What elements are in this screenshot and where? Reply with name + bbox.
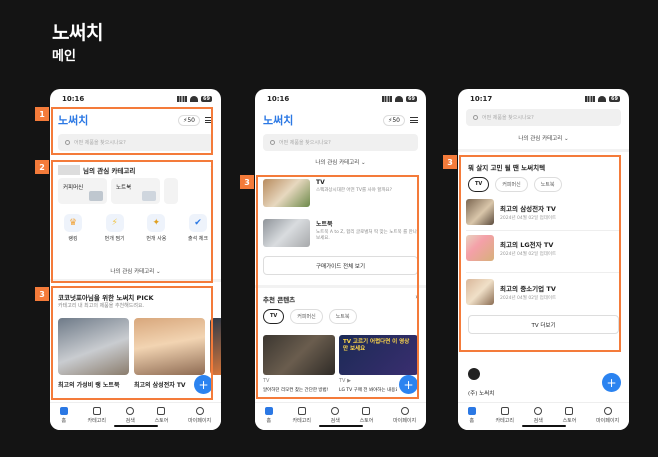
status-bar: 10:17 69 (458, 89, 629, 109)
tab-category[interactable]: 카테고리 (496, 407, 514, 424)
tab-label: 카테고리 (87, 418, 106, 424)
home-icon (59, 407, 68, 415)
highlight-badge-3: 3 (240, 175, 254, 189)
my-category-link[interactable]: 나의 관심 카테고리 ⌄ (255, 158, 426, 166)
search-icon (473, 115, 478, 120)
app-bar: 노써치 ⚡50 (263, 111, 418, 129)
tab-label: 홈 (61, 418, 67, 424)
tab-label: 마이페이지 (596, 418, 620, 424)
status-bar: 10:16 69 (255, 89, 426, 109)
divider (458, 149, 629, 152)
home-icon (467, 407, 476, 415)
home-indicator (521, 425, 566, 427)
highlight-badge-3: 3 (35, 287, 49, 301)
tab-label: 스토어 (154, 418, 169, 424)
search-input[interactable]: 어떤 제품을 찾으시나요? (466, 109, 621, 126)
tab-search[interactable]: 검색 (331, 407, 340, 424)
tab-bar: 홈 카테고리 검색 스토어 마이페이지 (458, 402, 629, 430)
signal-icon (585, 96, 596, 102)
search-placeholder: 어떤 제품을 찾으시나요? (279, 140, 331, 146)
wifi-icon (190, 96, 199, 102)
user-icon (400, 407, 409, 415)
list-icon (297, 407, 306, 415)
search-icon (534, 407, 543, 415)
list-icon (92, 407, 101, 415)
user-icon (195, 407, 204, 415)
highlight-badge-1: 1 (35, 107, 49, 121)
wifi-icon (598, 96, 607, 102)
fab-button[interactable]: + (602, 373, 621, 392)
highlight-box-3 (459, 155, 621, 352)
tab-label: 마이페이지 (188, 418, 212, 424)
tab-search[interactable]: 검색 (126, 407, 135, 424)
footer-brand: (주) 노써치 (468, 391, 495, 397)
tab-store[interactable]: 스토어 (154, 407, 169, 424)
tab-mypage[interactable]: 마이페이지 (188, 407, 211, 424)
store-icon (565, 407, 574, 415)
tab-label: 카테고리 (495, 418, 514, 424)
highlight-box-3 (51, 286, 213, 400)
tab-home[interactable]: 홈 (467, 407, 476, 424)
status-time: 10:16 (267, 95, 290, 103)
page-subtitle: 메인 (52, 49, 76, 64)
status-time: 10:16 (62, 95, 85, 103)
tab-label: 마이페이지 (393, 418, 417, 424)
highlight-box-2 (51, 160, 213, 283)
tab-label: 검색 (330, 418, 340, 424)
page-title: 노써치 (52, 22, 103, 44)
tab-home[interactable]: 홈 (59, 407, 68, 424)
tab-label: 스토어 (359, 418, 374, 424)
highlight-box-3 (256, 175, 419, 399)
menu-icon[interactable] (410, 117, 418, 123)
search-icon (126, 407, 135, 415)
battery-icon: 69 (609, 96, 620, 102)
brand-logo-icon (468, 368, 480, 380)
home-indicator (113, 425, 158, 427)
tab-bar: 홈 카테고리 검색 스토어 마이페이지 (255, 402, 426, 430)
search-placeholder: 어떤 제품을 찾으시나요? (482, 115, 534, 121)
tab-label: 검색 (125, 418, 135, 424)
home-indicator (318, 425, 363, 427)
tab-label: 홈 (469, 418, 475, 424)
home-icon (264, 407, 273, 415)
tab-label: 스토어 (562, 418, 577, 424)
search-input[interactable]: 어떤 제품을 찾으시나요? (263, 134, 418, 151)
user-icon (603, 407, 612, 415)
battery-icon: 69 (201, 96, 212, 102)
status-bar: 10:16 69 (50, 89, 221, 109)
tab-home[interactable]: 홈 (264, 407, 273, 424)
tab-search[interactable]: 검색 (534, 407, 543, 424)
signal-icon (177, 96, 188, 102)
highlight-box-1 (51, 107, 213, 155)
points-badge[interactable]: ⚡50 (383, 114, 405, 126)
wifi-icon (395, 96, 404, 102)
tab-category[interactable]: 카테고리 (293, 407, 311, 424)
status-time: 10:17 (470, 95, 493, 103)
battery-icon: 69 (406, 96, 417, 102)
store-icon (157, 407, 166, 415)
search-icon (270, 140, 275, 145)
store-icon (362, 407, 371, 415)
list-icon (500, 407, 509, 415)
tab-store[interactable]: 스토어 (562, 407, 577, 424)
search-icon (331, 407, 340, 415)
tab-label: 검색 (533, 418, 543, 424)
tab-mypage[interactable]: 마이페이지 (596, 407, 619, 424)
tab-mypage[interactable]: 마이페이지 (393, 407, 416, 424)
tab-store[interactable]: 스토어 (359, 407, 374, 424)
highlight-badge-2: 2 (35, 160, 49, 174)
tab-bar: 홈 카테고리 검색 스토어 마이페이지 (50, 402, 221, 430)
tab-label: 홈 (266, 418, 272, 424)
tab-label: 카테고리 (292, 418, 311, 424)
tab-category[interactable]: 카테고리 (88, 407, 106, 424)
my-category-link[interactable]: 나의 관심 카테고리 ⌄ (458, 134, 629, 142)
logo[interactable]: 노써치 (263, 112, 293, 128)
highlight-badge-3: 3 (443, 155, 457, 169)
signal-icon (382, 96, 393, 102)
